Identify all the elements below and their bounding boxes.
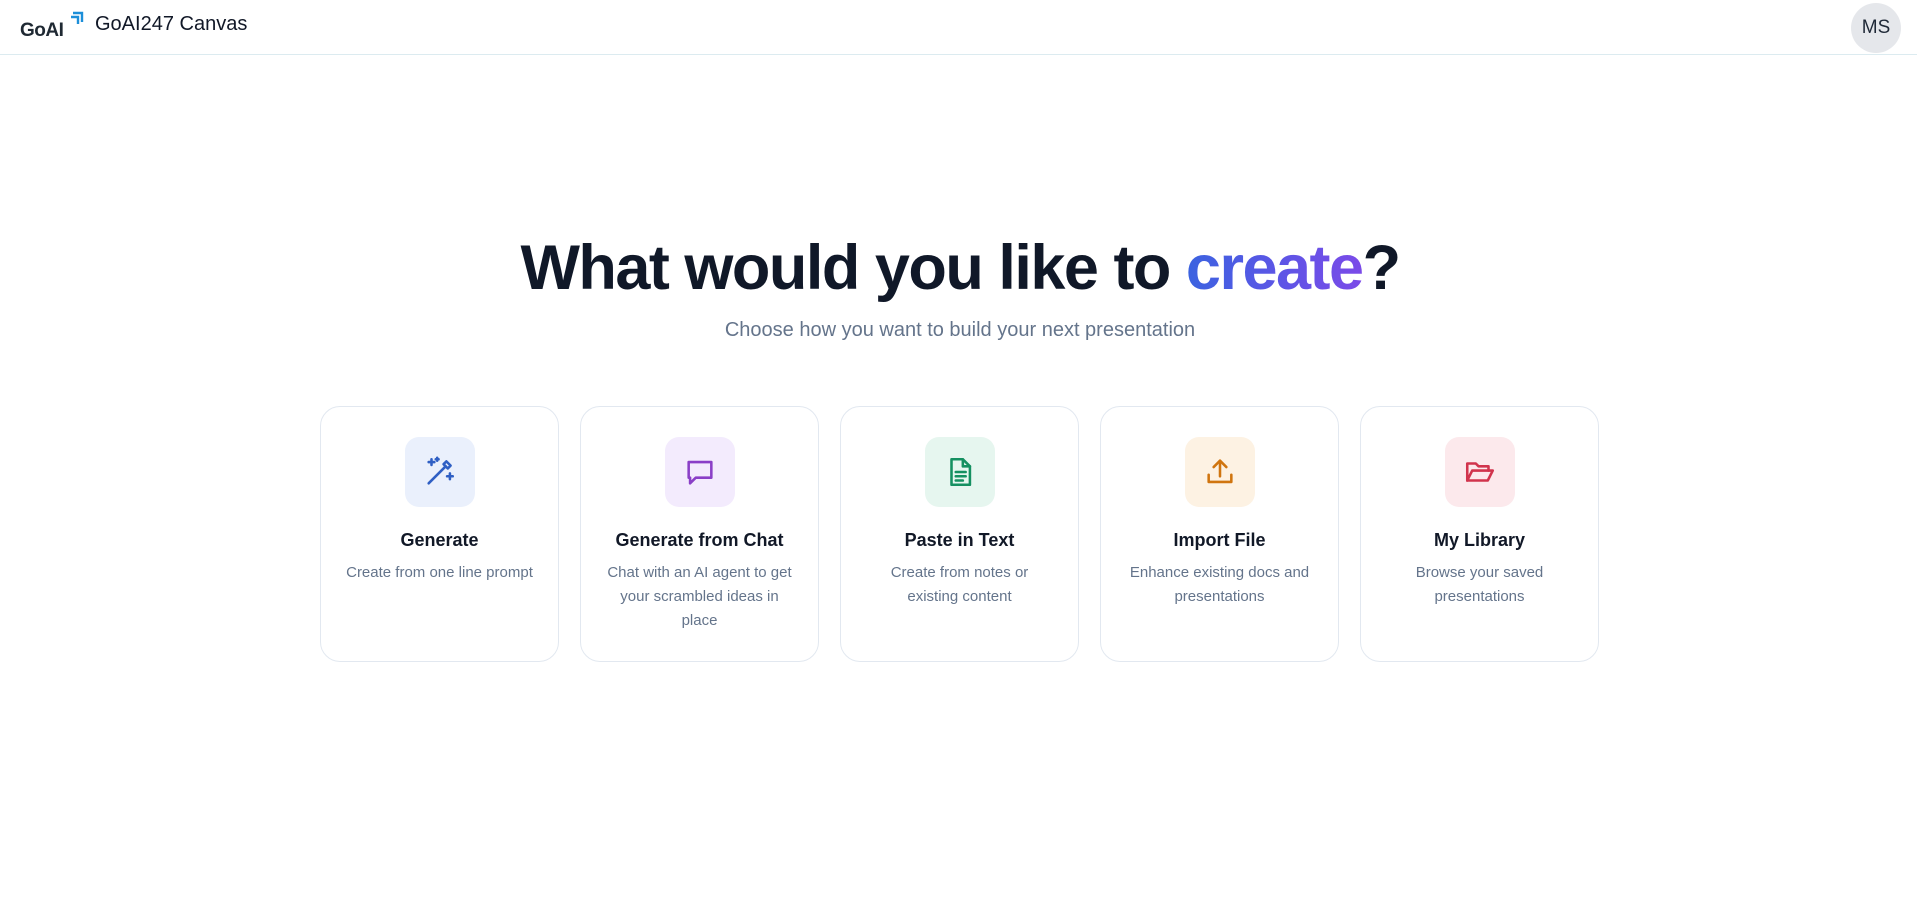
app-title: GoAI247 Canvas	[95, 13, 248, 35]
chat-bubble-icon	[665, 437, 735, 507]
card-description: Browse your saved presentations	[1415, 564, 1544, 605]
hero-title-prefix: What would you like to	[520, 233, 1186, 303]
hero-subtitle: Choose how you want to build your next p…	[724, 319, 1196, 341]
card-description: Enhance existing docs and presentations	[1129, 564, 1310, 605]
hero-title-suffix: ?	[1362, 233, 1401, 303]
card-description: Create from notes or existing content	[890, 564, 1029, 605]
magic-wand-icon	[405, 437, 475, 507]
logo-text: GoAI	[20, 20, 64, 41]
card-title: Generate	[400, 530, 479, 550]
user-avatar[interactable]: MS	[1851, 3, 1901, 53]
upload-icon	[1185, 437, 1255, 507]
goai-logo[interactable]: GoAI	[19, 10, 84, 44]
generate-from-chat-card[interactable]: Generate from Chat Chat with an AI agent…	[580, 406, 819, 662]
card-description: Create from one line prompt	[346, 564, 533, 581]
folder-open-icon	[1445, 437, 1515, 507]
card-title: Import File	[1173, 530, 1266, 550]
paste-in-text-card[interactable]: Paste in Text Create from notes or exist…	[840, 406, 1079, 662]
generate-card[interactable]: Generate Create from one line prompt	[320, 406, 559, 662]
card-title: My Library	[1433, 530, 1526, 550]
top-bar: GoAI GoAI247 Canvas MS	[0, 0, 1917, 55]
hero-title: What would you like to create?	[0, 232, 1917, 304]
card-description: Chat with an AI agent to get your scramb…	[607, 564, 792, 629]
hero-title-accent: create	[1185, 233, 1364, 303]
brand[interactable]: GoAI	[19, 10, 84, 44]
document-icon	[925, 437, 995, 507]
my-library-card[interactable]: My Library Browse your saved presentatio…	[1360, 406, 1599, 662]
import-file-card[interactable]: Import File Enhance existing docs and pr…	[1100, 406, 1339, 662]
logo-arrow-icon	[71, 11, 84, 24]
card-title: Paste in Text	[904, 530, 1015, 550]
card-title: Generate from Chat	[615, 530, 784, 550]
